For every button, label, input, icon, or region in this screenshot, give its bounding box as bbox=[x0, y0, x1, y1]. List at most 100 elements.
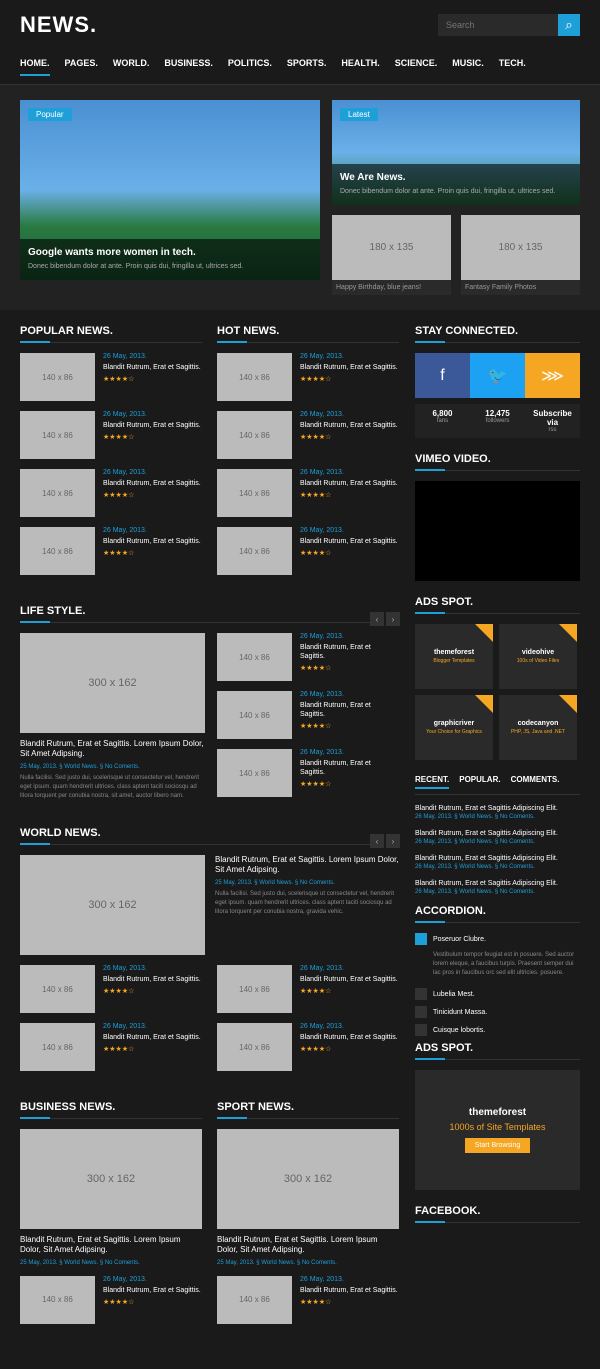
stars: ★★★★☆ bbox=[103, 375, 202, 383]
ad-box[interactable]: videohive100s of Video Files bbox=[499, 624, 577, 689]
news-date: 26 May, 2013. bbox=[300, 749, 397, 756]
tab[interactable]: COMMENTS. bbox=[511, 775, 560, 789]
tab[interactable]: RECENT. bbox=[415, 775, 449, 789]
nav-item[interactable]: MUSIC. bbox=[452, 58, 484, 76]
placeholder-img: 140 x 86 bbox=[20, 469, 95, 517]
stars: ★★★★☆ bbox=[300, 491, 399, 499]
stars: ★★★★☆ bbox=[300, 433, 399, 441]
nav-item[interactable]: PAGES. bbox=[65, 58, 98, 76]
search-input[interactable] bbox=[438, 14, 558, 36]
prev-arrow[interactable]: ‹ bbox=[370, 612, 384, 626]
news-item[interactable]: 140 x 8626 May, 2013.Blandit Rutrum, Era… bbox=[217, 469, 399, 517]
nav-item[interactable]: SCIENCE. bbox=[395, 58, 438, 76]
ad-box-sub: Blogger Templates bbox=[429, 658, 478, 664]
twitter-icon[interactable]: 🐦 bbox=[470, 353, 525, 398]
news-item[interactable]: 140 x 8626 May, 2013.Blandit Rutrum, Era… bbox=[217, 691, 397, 739]
video-box[interactable] bbox=[415, 481, 580, 581]
news-item[interactable]: 140 x 8626 May, 2013.Blandit Rutrum, Era… bbox=[20, 527, 202, 575]
news-title: Blandit Rutrum, Erat et Sagittis. bbox=[300, 363, 399, 372]
lifestyle-text: Nulla facilisi. Sed justo dui, scelerisq… bbox=[20, 774, 205, 801]
nav-item[interactable]: TECH. bbox=[499, 58, 526, 76]
hero-side-item[interactable]: 180 x 135Happy Birthday, blue jeans! bbox=[332, 215, 451, 295]
stat-num: Subscribe via bbox=[530, 409, 575, 427]
search: ⌕ bbox=[438, 14, 580, 36]
news-item[interactable]: 140 x 8626 May, 2013.Blandit Rutrum, Era… bbox=[217, 353, 399, 401]
business-img[interactable]: 300 x 162 bbox=[20, 1129, 202, 1229]
accordion-item[interactable]: Poseruor Clubre. bbox=[415, 933, 580, 945]
search-btn[interactable]: ⌕ bbox=[558, 14, 580, 36]
ad-box-sub: 100s of Video Files bbox=[513, 658, 563, 664]
facebook-title: FACEBOOK. bbox=[415, 1205, 580, 1223]
nav-item[interactable]: BUSINESS. bbox=[164, 58, 213, 76]
news-item[interactable]: 140 x 8626 May, 2013.Blandit Rutrum, Era… bbox=[217, 527, 399, 575]
accordion-item[interactable]: Tinicidunt Massa. bbox=[415, 1006, 580, 1018]
tab[interactable]: POPULAR. bbox=[459, 775, 500, 789]
popular-title: POPULAR NEWS. bbox=[20, 325, 202, 343]
nav-item[interactable]: WORLD. bbox=[113, 58, 150, 76]
next-arrow[interactable]: › bbox=[386, 612, 400, 626]
hero-side-top[interactable]: Latest We Are News. Donec bibendum dolor… bbox=[332, 100, 580, 205]
news-title: Blandit Rutrum, Erat et Sagittis. bbox=[300, 701, 397, 719]
placeholder-img: 140 x 86 bbox=[217, 411, 292, 459]
logo[interactable]: NEWS. bbox=[20, 12, 97, 38]
facebook-icon[interactable]: f bbox=[415, 353, 470, 398]
ad-box[interactable]: themeforestBlogger Templates bbox=[415, 624, 493, 689]
recent-item[interactable]: Blandit Rutrum, Erat et Sagittis Adipisc… bbox=[415, 880, 580, 895]
hero-title: Google wants more women in tech. bbox=[28, 247, 312, 258]
world-article-title[interactable]: Blandit Rutrum, Erat et Sagittis. Lorem … bbox=[215, 855, 400, 876]
nav-item[interactable]: HEALTH. bbox=[341, 58, 379, 76]
recent-meta: 26 May, 2013. § World News. § No Coments… bbox=[415, 889, 580, 895]
recent-item[interactable]: Blandit Rutrum, Erat et Sagittis Adipisc… bbox=[415, 805, 580, 820]
news-item[interactable]: 140 x 8626 May, 2013.Blandit Rutrum, Era… bbox=[217, 749, 397, 797]
news-item[interactable]: 140 x 8626 May, 2013.Blandit Rutrum, Era… bbox=[20, 1023, 202, 1071]
prev-arrow[interactable]: ‹ bbox=[370, 834, 384, 848]
sport-meta: 25 May, 2013. § World News. § No Coments… bbox=[217, 1260, 399, 1266]
side-item-label: Fantasy Family Photos bbox=[461, 280, 580, 295]
recent-meta: 26 May, 2013. § World News. § No Coments… bbox=[415, 864, 580, 870]
sport-article-title[interactable]: Blandit Rutrum, Erat et Sagittis. Lorem … bbox=[217, 1235, 399, 1256]
news-item[interactable]: 140 x 8626 May, 2013.Blandit Rutrum, Era… bbox=[20, 353, 202, 401]
stat-label: rss bbox=[530, 427, 575, 433]
business-article-title[interactable]: Blandit Rutrum, Erat et Sagittis. Lorem … bbox=[20, 1235, 202, 1256]
world-title: WORLD NEWS. bbox=[20, 827, 370, 845]
hot-title: HOT NEWS. bbox=[217, 325, 399, 343]
news-date: 26 May, 2013. bbox=[103, 1276, 202, 1283]
nav-item[interactable]: SPORTS. bbox=[287, 58, 327, 76]
nav-item[interactable]: POLITICS. bbox=[228, 58, 272, 76]
news-item[interactable]: 140 x 8626 May, 2013.Blandit Rutrum, Era… bbox=[20, 469, 202, 517]
news-item[interactable]: 140 x 8626 May, 2013.Blandit Rutrum, Era… bbox=[217, 411, 399, 459]
hero: Popular Google wants more women in tech.… bbox=[0, 85, 600, 310]
news-item[interactable]: 140 x 8626 May, 2013.Blandit Rutrum, Era… bbox=[217, 633, 397, 681]
nav-item[interactable]: HOME. bbox=[20, 58, 50, 76]
news-title: Blandit Rutrum, Erat et Sagittis. bbox=[300, 975, 399, 984]
accordion-item[interactable]: Cuisque lobortis. bbox=[415, 1024, 580, 1036]
next-arrow[interactable]: › bbox=[386, 834, 400, 848]
news-item[interactable]: 140 x 8626 May, 2013.Blandit Rutrum, Era… bbox=[20, 1276, 202, 1324]
ad-box[interactable]: graphicriverYour Choice for Graphics bbox=[415, 695, 493, 760]
accordion-item[interactable]: Lubelia Mest. bbox=[415, 988, 580, 1000]
news-date: 26 May, 2013. bbox=[103, 965, 202, 972]
lifestyle-img[interactable]: 300 x 162 bbox=[20, 633, 205, 733]
hero-side-item[interactable]: 180 x 135Fantasy Family Photos bbox=[461, 215, 580, 295]
news-item[interactable]: 140 x 8626 May, 2013.Blandit Rutrum, Era… bbox=[217, 965, 399, 1013]
sport-img[interactable]: 300 x 162 bbox=[217, 1129, 399, 1229]
recent-item[interactable]: Blandit Rutrum, Erat et Sagittis Adipisc… bbox=[415, 830, 580, 845]
placeholder-img: 140 x 86 bbox=[20, 411, 95, 459]
vimeo-title: VIMEO VIDEO. bbox=[415, 453, 580, 471]
hero-main[interactable]: Popular Google wants more women in tech.… bbox=[20, 100, 320, 295]
news-item[interactable]: 140 x 8626 May, 2013.Blandit Rutrum, Era… bbox=[20, 965, 202, 1013]
rss-icon[interactable]: ⋙ bbox=[525, 353, 580, 398]
news-item[interactable]: 140 x 8626 May, 2013.Blandit Rutrum, Era… bbox=[217, 1276, 399, 1324]
news-date: 26 May, 2013. bbox=[300, 469, 399, 476]
accordion-label: Poseruor Clubre. bbox=[433, 936, 486, 943]
world-img[interactable]: 300 x 162 bbox=[20, 855, 205, 955]
recent-item[interactable]: Blandit Rutrum, Erat et Sagittis Adipisc… bbox=[415, 855, 580, 870]
news-item[interactable]: 140 x 8626 May, 2013.Blandit Rutrum, Era… bbox=[20, 411, 202, 459]
accordion-label: Lubelia Mest. bbox=[433, 991, 475, 998]
accordion-check bbox=[415, 988, 427, 1000]
ad-banner-btn[interactable]: Start Browsing bbox=[465, 1138, 531, 1153]
ad-banner[interactable]: themeforest 1000s of Site Templates Star… bbox=[415, 1070, 580, 1190]
lifestyle-article-title[interactable]: Blandit Rutrum, Erat et Sagittis. Lorem … bbox=[20, 739, 205, 760]
news-item[interactable]: 140 x 8626 May, 2013.Blandit Rutrum, Era… bbox=[217, 1023, 399, 1071]
ad-box[interactable]: codecanyonPHP, JS, Java and .NET bbox=[499, 695, 577, 760]
